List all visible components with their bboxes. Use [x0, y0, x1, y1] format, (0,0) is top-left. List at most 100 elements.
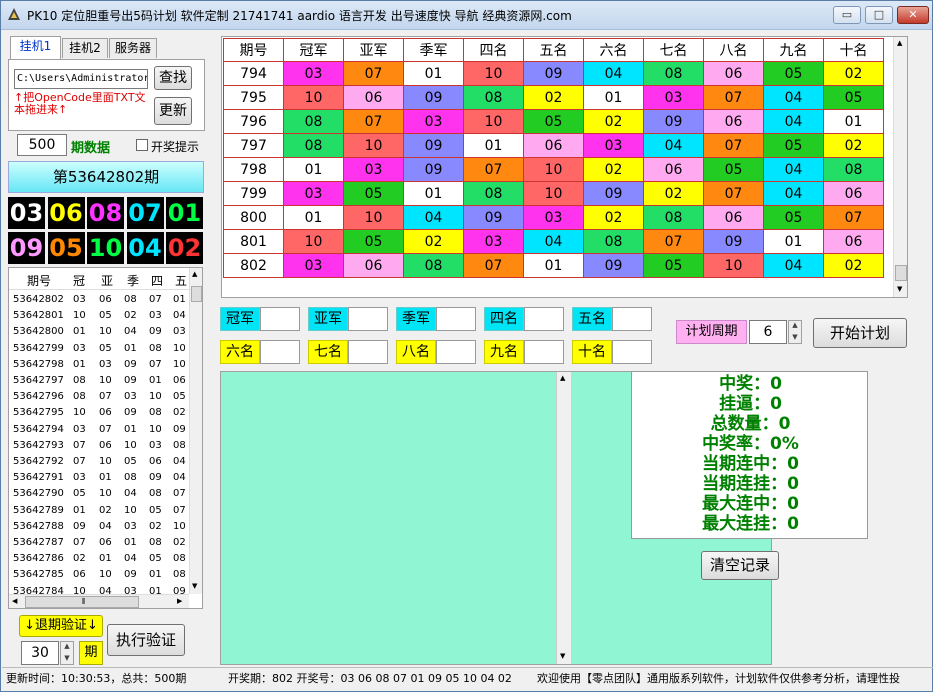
- grid-number-cell: 08: [463, 85, 524, 110]
- history-row[interactable]: 53642785 06 10 09 01 08: [9, 569, 189, 585]
- grid-row[interactable]: 798 01 03 09 07 10 02 06 05 04 08: [223, 157, 884, 182]
- minimize-button[interactable]: ▭: [833, 6, 861, 24]
- execute-backtest-button[interactable]: 执行验证: [107, 624, 185, 656]
- grid-number-cell: 10: [523, 181, 584, 206]
- close-button[interactable]: ✕: [897, 6, 929, 24]
- find-button[interactable]: 查找: [154, 66, 192, 90]
- grid-row[interactable]: 794 03 07 01 10 09 04 08 06 05 02: [223, 61, 884, 86]
- grid-row[interactable]: 795 10 06 09 08 02 01 03 07 04 05: [223, 85, 884, 110]
- position-label: 八名: [396, 340, 436, 364]
- history-row[interactable]: 53642786 02 01 04 05 08: [9, 553, 189, 569]
- stat-line: 最大连挂：0: [702, 514, 799, 534]
- grid-row[interactable]: 796 08 07 03 10 05 02 09 06 04 01: [223, 109, 884, 134]
- history-number: 01: [99, 472, 112, 484]
- spin-down-icon[interactable]: ▼: [61, 654, 73, 662]
- history-row[interactable]: 53642788 09 04 03 02 10: [9, 521, 189, 537]
- history-number: 01: [99, 553, 112, 565]
- plan-cycle-input[interactable]: 6: [749, 320, 787, 344]
- history-row[interactable]: 53642790 05 10 04 08 07: [9, 488, 189, 504]
- clear-records-button[interactable]: 清空记录: [701, 551, 779, 580]
- position-label: 九名: [484, 340, 524, 364]
- history-row[interactable]: 53642787 07 06 01 08 02: [9, 537, 189, 553]
- position-value-input[interactable]: [524, 340, 564, 364]
- position-value-input[interactable]: [436, 307, 476, 331]
- history-row[interactable]: 53642799 03 05 01 08 10: [9, 343, 189, 359]
- history-row[interactable]: 53642794 03 07 01 10 09: [9, 424, 189, 440]
- position-value-input[interactable]: [260, 307, 300, 331]
- history-row[interactable]: 53642792 07 10 05 06 04: [9, 456, 189, 472]
- grid-row[interactable]: 801 10 05 02 03 04 08 07 09 01 06: [223, 229, 884, 254]
- grid-row[interactable]: 800 01 10 04 09 03 02 08 06 05 07: [223, 205, 884, 230]
- prize-alert-checkbox[interactable]: [136, 139, 148, 151]
- history-number: 07: [73, 439, 86, 451]
- grid-scroll-down-icon[interactable]: ▼: [897, 285, 902, 293]
- draw-results-grid[interactable]: 期号 冠军 亚军 季军 四名 五名 六名 七名 八名 九名 十名 794 03 07 01 10 09 04 08 0…: [221, 36, 908, 298]
- tab-hangup-1[interactable]: 挂机1: [10, 36, 61, 60]
- tab-server[interactable]: 服务器: [109, 38, 157, 58]
- history-number: 01: [149, 569, 162, 581]
- position-value-input[interactable]: [612, 340, 652, 364]
- history-row[interactable]: 53642791 03 01 08 09 04: [9, 472, 189, 488]
- grid-number-cell: 01: [463, 133, 524, 158]
- tab-hangup-2[interactable]: 挂机2: [62, 38, 108, 58]
- grid-scroll-thumb[interactable]: [895, 265, 907, 281]
- history-period: 53642786: [13, 553, 64, 565]
- history-row[interactable]: 53642795 10 06 09 08 02: [9, 407, 189, 423]
- position-value-input[interactable]: [436, 340, 476, 364]
- history-number: 08: [149, 407, 162, 419]
- output-scroll-up-icon[interactable]: ▲: [560, 374, 565, 382]
- start-plan-button[interactable]: 开始计划: [813, 318, 907, 348]
- grid-number-cell: 03: [643, 85, 704, 110]
- file-path-input[interactable]: C:\Users\Administrator: [14, 69, 148, 89]
- history-number: 09: [73, 520, 86, 532]
- position-value-input[interactable]: [612, 307, 652, 331]
- position-value-input[interactable]: [348, 340, 388, 364]
- history-list[interactable]: 期号 冠 亚 季 四 五 53642802 03 06 08 07 01 53642801 1…: [8, 267, 203, 609]
- history-row[interactable]: 53642796 08 07 03 10 05: [9, 391, 189, 407]
- plan-cycle-spinner[interactable]: ▲ ▼: [788, 320, 802, 344]
- history-row[interactable]: 53642802 03 06 08 07 01: [9, 294, 189, 310]
- history-row[interactable]: 53642800 01 10 04 09 03: [9, 326, 189, 342]
- grid-number-cell: 01: [283, 157, 344, 182]
- position-value-input[interactable]: [348, 307, 388, 331]
- grid-vertical-scrollbar[interactable]: ▲ ▼: [893, 37, 907, 297]
- grid-number-cell: 07: [343, 109, 404, 134]
- update-button[interactable]: 更新: [154, 97, 192, 125]
- grid-number-cell: 08: [823, 157, 884, 182]
- history-col-1: 冠: [73, 274, 86, 288]
- history-row[interactable]: 53642798 01 03 09 07 10: [9, 359, 189, 375]
- grid-row[interactable]: 799 03 05 01 08 10 09 02 07 04 06: [223, 181, 884, 206]
- scroll-right-icon[interactable]: ▶: [177, 597, 182, 605]
- scroll-down-icon[interactable]: ▼: [192, 582, 197, 590]
- grid-row[interactable]: 797 08 10 09 01 06 03 04 07 05 02: [223, 133, 884, 158]
- history-hscroll-thumb[interactable]: ⦀: [25, 596, 139, 608]
- history-row[interactable]: 53642797 08 10 09 01 06: [9, 375, 189, 391]
- grid-period-cell: 802: [223, 253, 284, 278]
- grid-row[interactable]: 802 03 06 08 07 01 09 05 10 04 02: [223, 253, 884, 278]
- scroll-up-icon[interactable]: ▲: [192, 270, 197, 278]
- backtest-button[interactable]: ↓退期验证↓: [19, 615, 103, 637]
- maximize-button[interactable]: □: [865, 6, 893, 24]
- grid-number-cell: 07: [703, 181, 764, 206]
- history-horizontal-scrollbar[interactable]: ◀ ⦀ ▶: [9, 594, 189, 608]
- position-value-input[interactable]: [524, 307, 564, 331]
- history-row[interactable]: 53642801 10 05 02 03 04: [9, 310, 189, 326]
- plan-output-scrollbar[interactable]: ▲ ▼: [556, 372, 571, 664]
- spin-up-icon[interactable]: ▲: [61, 642, 73, 650]
- plan-spin-up-icon[interactable]: ▲: [789, 321, 801, 329]
- backtest-periods-input[interactable]: 30: [21, 641, 59, 665]
- position-value-input[interactable]: [260, 340, 300, 364]
- history-scroll-thumb[interactable]: [191, 286, 202, 302]
- grid-number-cell: 10: [343, 205, 404, 230]
- grid-number-cell: 09: [403, 157, 464, 182]
- grid-scroll-up-icon[interactable]: ▲: [897, 39, 902, 47]
- history-row[interactable]: 53642789 01 02 10 05 07: [9, 505, 189, 521]
- output-scroll-down-icon[interactable]: ▼: [560, 652, 565, 660]
- scroll-left-icon[interactable]: ◀: [12, 597, 17, 605]
- history-row[interactable]: 53642793 07 06 10 03 08: [9, 440, 189, 456]
- period-count-input[interactable]: 500: [17, 134, 67, 156]
- backtest-spinner[interactable]: ▲ ▼: [60, 641, 74, 665]
- plan-spin-down-icon[interactable]: ▼: [789, 333, 801, 341]
- history-vertical-scrollbar[interactable]: ▲ ▼: [189, 268, 202, 594]
- history-col-5: 五: [175, 274, 188, 288]
